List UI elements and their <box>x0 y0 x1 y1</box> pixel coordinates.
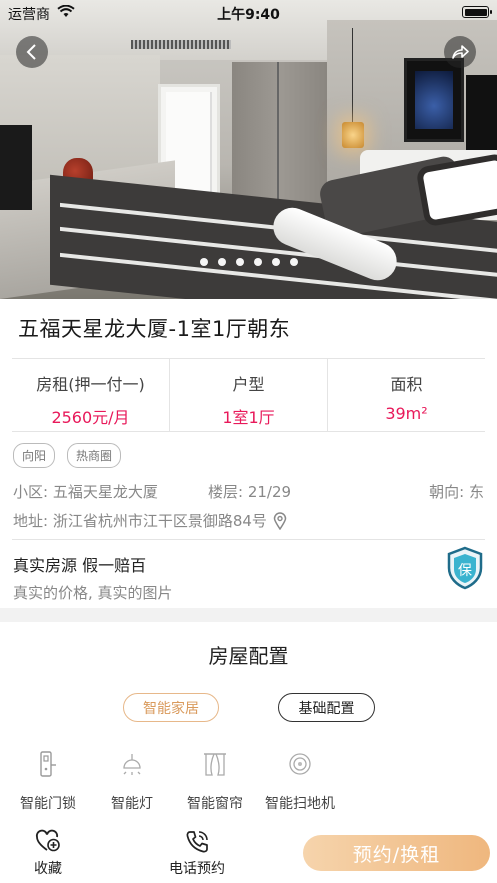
listing-title: 五福天星龙大厦-1室1厅朝东 <box>18 317 291 341</box>
device-item[interactable]: 智能扫地机 <box>258 748 342 813</box>
orientation-text: 朝向: 东 <box>429 483 484 501</box>
door-lock-icon <box>40 751 56 777</box>
photo-tv <box>0 125 32 210</box>
stat-label: 户型 <box>232 375 265 394</box>
share-button[interactable] <box>444 36 476 68</box>
divider <box>12 539 485 540</box>
stat-label: 房租(押一付一) <box>36 375 145 394</box>
bottom-action-bar: 收藏 电话预约 预约/换租 <box>0 822 497 883</box>
stat-value: 1室1厅 <box>222 408 275 427</box>
stat-rent: 房租(押一付一) 2560元/月 <box>12 359 170 431</box>
favorite-button[interactable]: 收藏 <box>27 829 69 878</box>
stat-label: 面积 <box>390 375 423 394</box>
phone-booking-button[interactable]: 电话预约 <box>164 829 230 878</box>
photo-pendant-lamp <box>342 122 364 148</box>
stat-layout: 户型 1室1厅 <box>170 359 328 431</box>
pagination-dot[interactable] <box>271 258 280 266</box>
guarantee-subtitle: 真实的价格, 真实的图片 <box>13 584 173 602</box>
photo-lamp-cord <box>352 28 353 123</box>
status-bar: 运营商 上午9:40 <box>0 0 497 26</box>
device-item[interactable]: 智能窗帘 <box>173 748 257 813</box>
stat-value: 2560元/月 <box>51 408 130 427</box>
gallery-pagination <box>0 258 497 266</box>
address-row[interactable]: 地址: 浙江省杭州市江干区景御路84号 <box>13 510 287 531</box>
config-section-title: 房屋配置 <box>208 644 289 668</box>
tab-smart-home[interactable]: 智能家居 <box>123 693 219 722</box>
guarantee-shield-icon: 保 <box>447 546 483 590</box>
address-text: 地址: 浙江省杭州市江干区景御路84号 <box>13 512 267 530</box>
stat-value: 39m² <box>385 404 428 423</box>
favorite-label: 收藏 <box>34 861 62 877</box>
phone-booking-label: 电话预约 <box>169 861 225 877</box>
back-button[interactable] <box>16 36 48 68</box>
room-photo-gallery[interactable] <box>0 0 497 299</box>
share-icon <box>452 45 469 59</box>
device-name: 智能灯 <box>111 796 153 812</box>
photo-wall-art <box>404 58 464 142</box>
community-text: 小区: 五福天星龙大厦 <box>13 483 158 501</box>
listing-stats: 房租(押一付一) 2560元/月 户型 1室1厅 面积 39m² <box>12 358 485 432</box>
tab-basic-config[interactable]: 基础配置 <box>278 693 375 722</box>
heart-plus-icon <box>35 829 60 852</box>
device-item[interactable]: 智能门锁 <box>6 748 90 813</box>
tag-badge: 向阳 <box>13 443 56 468</box>
curtain-icon <box>204 753 226 776</box>
photo-air-vent <box>131 40 231 49</box>
device-name: 智能门锁 <box>20 796 76 812</box>
device-item[interactable]: 智能灯 <box>90 748 174 813</box>
pagination-dot[interactable] <box>217 258 226 266</box>
photo-wall-art-2 <box>466 75 497 150</box>
listing-tags: 向阳 热商圈 <box>13 443 122 468</box>
stat-area: 面积 39m² <box>328 359 485 431</box>
guarantee-title: 真实房源 假一赔百 <box>13 556 147 575</box>
robot-vacuum-icon <box>289 753 311 775</box>
section-separator <box>0 608 497 622</box>
device-name: 智能扫地机 <box>265 796 335 812</box>
phone-icon <box>186 831 208 853</box>
reserve-button[interactable]: 预约/换租 <box>303 835 490 871</box>
device-list: 智能门锁 智能灯 智能窗帘 智能扫地机 <box>0 748 360 812</box>
clock: 上午9:40 <box>217 7 280 23</box>
pagination-dot[interactable] <box>253 258 262 266</box>
smart-light-icon <box>123 754 141 775</box>
floor-text: 楼层: 21/29 <box>208 483 292 501</box>
pagination-dot[interactable] <box>289 258 298 266</box>
battery-icon <box>462 6 492 18</box>
location-pin-icon[interactable] <box>273 511 287 530</box>
shield-badge-text: 保 <box>458 563 472 579</box>
device-name: 智能窗帘 <box>187 796 243 812</box>
chevron-left-icon <box>26 44 36 60</box>
pagination-dot[interactable] <box>235 258 244 266</box>
tag-badge: 热商圈 <box>67 443 122 468</box>
pagination-dot[interactable] <box>199 258 208 266</box>
